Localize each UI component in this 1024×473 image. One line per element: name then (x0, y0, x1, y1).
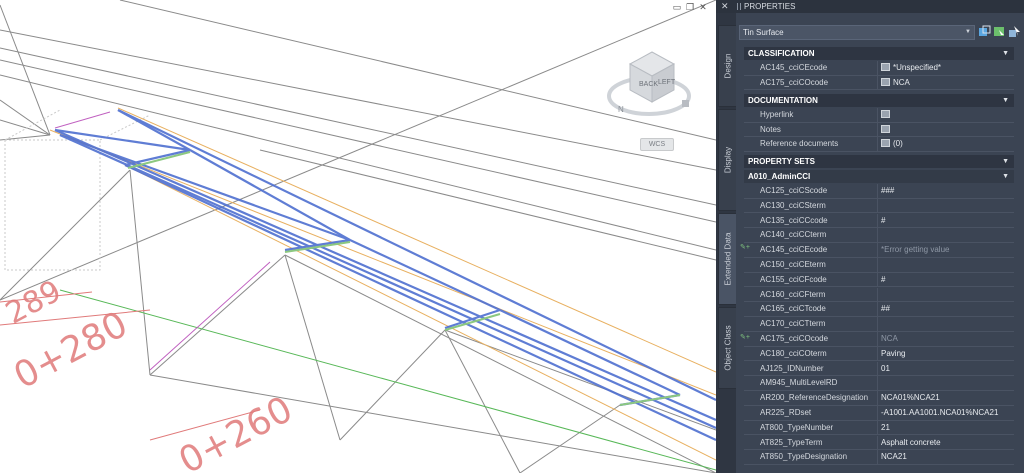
hyperlink-icon[interactable] (881, 110, 890, 118)
compass-north-label: N (618, 105, 624, 114)
palette-titlebar[interactable]: ✕ PROPERTIES (716, 0, 1024, 13)
property-row[interactable]: Reference documents (0) (744, 137, 1014, 152)
model-viewport[interactable]: ▭ ❐ ✕ BACK LEFT N WCS 0+280 0+260 289 (0, 0, 716, 473)
close-icon[interactable]: ✕ (698, 2, 708, 12)
notes-icon[interactable] (881, 124, 890, 133)
collapse-icon[interactable]: ▼ (1002, 171, 1009, 182)
property-row[interactable]: AC145_cciCEcode *Unspecified* (744, 61, 1014, 76)
property-row[interactable]: AR225_RDset -A1001.AA1001.NCA01%NCA21 (744, 406, 1014, 421)
property-row[interactable]: AC160_cciCFterm (744, 287, 1014, 303)
property-row[interactable]: AT800_TypeNumber 21 (744, 420, 1014, 436)
chevron-down-icon: ▼ (965, 29, 971, 35)
reference-documents-icon[interactable] (881, 139, 890, 148)
property-row[interactable]: AC135_cciCCcode # (744, 213, 1014, 229)
window-controls: ▭ ❐ ✕ (672, 2, 708, 12)
close-icon[interactable]: ✕ (721, 1, 729, 12)
palette-title: PROPERTIES (744, 2, 796, 11)
object-type-select[interactable]: Tin Surface ▼ (739, 25, 975, 40)
tab-extended-data[interactable]: Extended Data (718, 213, 736, 305)
collapse-icon[interactable]: ▼ (1002, 95, 1009, 106)
section-documentation[interactable]: DOCUMENTATION ▼ (744, 94, 1014, 107)
property-row[interactable]: AC165_cciCTcode ## (744, 302, 1014, 317)
classification-icon (881, 77, 890, 86)
property-row[interactable]: AC180_cciCOterm Paving (744, 346, 1014, 362)
property-row[interactable]: AT850_TypeDesignation NCA21 (744, 450, 1014, 465)
property-row[interactable]: AC175_cciCOcode NCA (744, 332, 1014, 347)
select-objects-icon[interactable] (993, 25, 1006, 38)
section-property-sets[interactable]: PROPERTY SETS ▼ (744, 155, 1014, 168)
property-row[interactable]: AC170_cciCTterm (744, 317, 1014, 332)
tab-display[interactable]: Display (718, 109, 736, 211)
collapse-icon[interactable]: ▼ (1002, 48, 1009, 59)
pickadd-icon[interactable] (1008, 25, 1021, 38)
property-row[interactable]: Notes (744, 122, 1014, 138)
property-row[interactable]: AC150_cciCEterm (744, 258, 1014, 273)
properties-palette: ✕ PROPERTIES Design Display Extended Dat… (716, 0, 1024, 473)
property-row[interactable]: AJ125_IDNumber 01 (744, 361, 1014, 377)
side-tabs: Design Display Extended Data Object Clas… (716, 13, 736, 473)
tab-object-class[interactable]: Object Class (718, 307, 736, 389)
tab-design[interactable]: Design (718, 25, 736, 107)
property-row[interactable]: AC140_cciCCterm (744, 228, 1014, 243)
wcs-indicator[interactable]: WCS (640, 138, 674, 151)
cube-left-label: LEFT (658, 79, 676, 86)
collapse-icon[interactable]: ▼ (1002, 156, 1009, 167)
section-classification[interactable]: CLASSIFICATION ▼ (744, 47, 1014, 60)
palette-content: Tin Surface ▼ CLASSIFICATION ▼ AC145_cci… (736, 13, 1024, 473)
grip-icon[interactable] (737, 3, 741, 10)
property-row[interactable]: AC175_cciCOcode NCA (744, 75, 1014, 91)
property-row[interactable]: AC125_cciCScode ### (744, 184, 1014, 199)
quick-select-icon[interactable] (978, 25, 991, 38)
property-row[interactable]: AR200_ReferenceDesignation NCA01%NCA21 (744, 391, 1014, 406)
cube-back-label: BACK (639, 81, 658, 88)
property-row[interactable]: AC155_cciCFcode # (744, 272, 1014, 288)
view-cube[interactable]: BACK LEFT N (606, 40, 692, 136)
minimize-icon[interactable]: ▭ (672, 2, 682, 12)
property-row[interactable]: AM945_MultiLevelRD (744, 376, 1014, 391)
classification-icon (881, 63, 890, 71)
property-row[interactable]: AT825_TypeTerm Asphalt concrete (744, 435, 1014, 451)
property-row[interactable]: Hyperlink (744, 108, 1014, 123)
property-set-header[interactable]: A010_AdminCCI ▼ (744, 170, 1014, 183)
property-row[interactable]: AC145_cciCEcode *Error getting value (744, 243, 1014, 258)
restore-icon[interactable]: ❐ (685, 2, 695, 12)
property-row[interactable]: AC130_cciCSterm (744, 198, 1014, 214)
